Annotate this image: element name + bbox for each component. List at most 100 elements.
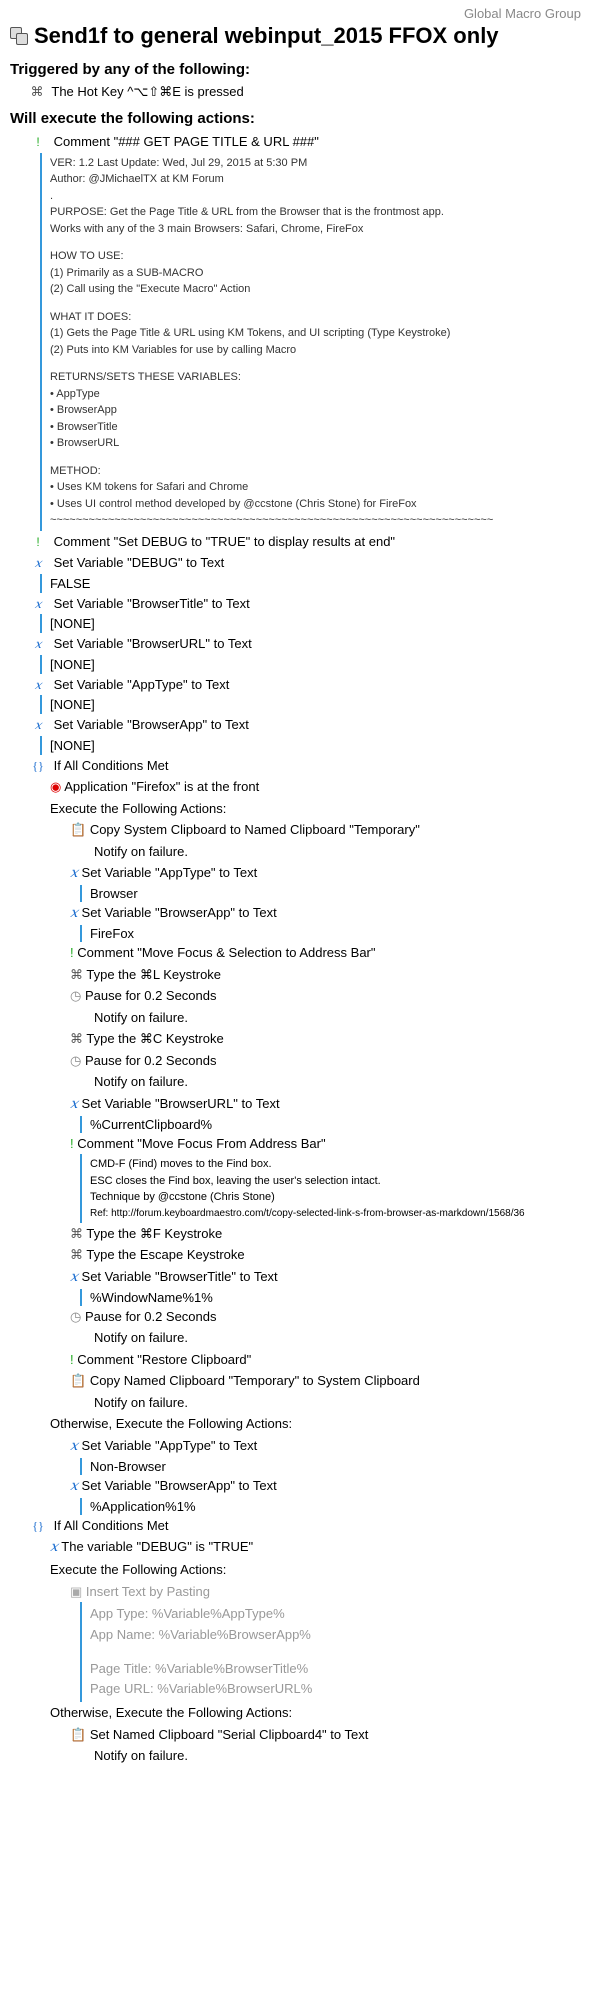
- trigger-text: The Hot Key ^⌥⇧⌘E is pressed: [51, 84, 243, 99]
- action-label: Comment "Move Focus & Selection to Addre…: [77, 945, 375, 960]
- action-set-variable[interactable]: 𝑥 Set Variable "AppType" to Text: [0, 862, 593, 885]
- keystroke-icon: ⌘: [70, 1226, 83, 1241]
- action-label: Type the ⌘L Keystroke: [86, 967, 221, 982]
- action-set-variable[interactable]: 𝑥 Set Variable "BrowserApp" to Text: [0, 714, 593, 736]
- variable-icon: 𝑥: [30, 554, 46, 572]
- action-label: Set Variable "BrowserURL" to Text: [82, 1096, 280, 1111]
- trigger-row: ⌘ The Hot Key ^⌥⇧⌘E is pressed: [0, 82, 593, 104]
- action-insert-text[interactable]: ▣ Insert Text by Pasting: [0, 1581, 593, 1603]
- action-label: Set Named Clipboard "Serial Clipboard4" …: [90, 1727, 369, 1742]
- action-label: Comment "Restore Clipboard": [77, 1352, 251, 1367]
- action-label: Set Variable "BrowserTitle" to Text: [82, 1269, 278, 1284]
- variable-value: %CurrentClipboard%: [80, 1116, 593, 1133]
- action-pause[interactable]: ◷ Pause for 0.2 Seconds: [0, 1306, 593, 1328]
- action-set-variable[interactable]: 𝑥 Set Variable "BrowserURL" to Text: [0, 633, 593, 655]
- action-keystroke[interactable]: ⌘ Type the Escape Keystroke: [0, 1244, 593, 1266]
- comment-icon: !: [70, 1352, 74, 1367]
- action-label: Comment "Move Focus From Address Bar": [77, 1136, 325, 1151]
- action-keystroke[interactable]: ⌘ Type the ⌘F Keystroke: [0, 1223, 593, 1245]
- action-if[interactable]: {} If All Conditions Met: [0, 755, 593, 777]
- execute-following: Execute the Following Actions:: [0, 1559, 593, 1581]
- variable-icon: 𝑥: [70, 1097, 78, 1112]
- action-pause[interactable]: ◷ Pause for 0.2 Seconds: [0, 985, 593, 1007]
- action-pause[interactable]: ◷ Pause for 0.2 Seconds: [0, 1050, 593, 1072]
- variable-value: [NONE]: [40, 736, 593, 755]
- action-comment[interactable]: ! Comment "### GET PAGE TITLE & URL ###": [0, 131, 593, 153]
- action-copy-clipboard[interactable]: 📋 Copy Named Clipboard "Temporary" to Sy…: [0, 1370, 593, 1392]
- action-label: Comment "Set DEBUG to "TRUE" to display …: [54, 534, 395, 549]
- if-condition: ◉ Application "Firefox" is at the front: [0, 776, 593, 798]
- pause-icon: ◷: [70, 1053, 81, 1068]
- macro-title-row: Send1f to general webinput_2015 FFOX onl…: [0, 23, 593, 55]
- paste-body: App Type: %Variable%AppType% App Name: %…: [80, 1602, 593, 1702]
- variable-icon: 𝑥: [70, 1439, 78, 1454]
- action-comment[interactable]: ! Comment "Move Focus From Address Bar": [0, 1133, 593, 1155]
- variable-value: [NONE]: [40, 655, 593, 674]
- comment-icon: !: [30, 533, 46, 551]
- variable-icon: 𝑥: [70, 1270, 78, 1285]
- action-comment[interactable]: ! Comment "Restore Clipboard": [0, 1349, 593, 1371]
- hotkey-icon: ⌘: [30, 84, 44, 100]
- execute-header: Will execute the following actions:: [0, 104, 593, 131]
- action-set-variable[interactable]: 𝑥 Set Variable "AppType" to Text: [0, 674, 593, 696]
- condition-text: The variable "DEBUG" is "TRUE": [61, 1539, 253, 1554]
- keystroke-icon: ⌘: [70, 967, 83, 982]
- variable-icon: 𝑥: [30, 716, 46, 734]
- keystroke-icon: ⌘: [70, 1247, 83, 1262]
- paste-icon: ▣: [70, 1584, 82, 1599]
- variable-icon: 𝑥: [30, 676, 46, 694]
- macro-group-icon: [10, 27, 28, 45]
- action-set-variable[interactable]: 𝑥 Set Variable "DEBUG" to Text: [0, 552, 593, 574]
- comment-icon: !: [70, 945, 74, 960]
- notify-failure: Notify on failure.: [0, 1007, 593, 1029]
- action-set-variable[interactable]: 𝑥 Set Variable "BrowserApp" to Text: [0, 902, 593, 925]
- variable-value: [NONE]: [40, 614, 593, 633]
- action-label: Set Variable "BrowserTitle" to Text: [54, 596, 250, 611]
- action-set-variable[interactable]: 𝑥 Set Variable "BrowserTitle" to Text: [0, 593, 593, 615]
- group-label: Global Macro Group: [0, 0, 593, 23]
- action-label: Set Variable "BrowserURL" to Text: [54, 636, 252, 651]
- comment-icon: !: [70, 1136, 74, 1151]
- macro-title: Send1f to general webinput_2015 FFOX onl…: [34, 23, 499, 49]
- action-label: Type the ⌘C Keystroke: [86, 1031, 223, 1046]
- action-label: Pause for 0.2 Seconds: [85, 1309, 217, 1324]
- variable-icon: 𝑥: [70, 866, 78, 881]
- variable-value: %WindowName%1%: [80, 1289, 593, 1306]
- comment-body: VER: 1.2 Last Update: Wed, Jul 29, 2015 …: [40, 153, 593, 531]
- app-icon: ◉: [50, 779, 61, 794]
- action-label: Type the ⌘F Keystroke: [86, 1226, 222, 1241]
- notify-failure: Notify on failure.: [0, 1071, 593, 1093]
- variable-icon: 𝑥: [30, 635, 46, 653]
- action-set-variable[interactable]: 𝑥 Set Variable "BrowserTitle" to Text: [0, 1266, 593, 1289]
- pause-icon: ◷: [70, 1309, 81, 1324]
- action-label: Type the Escape Keystroke: [86, 1247, 244, 1262]
- action-set-clipboard[interactable]: 📋 Set Named Clipboard "Serial Clipboard4…: [0, 1724, 593, 1746]
- action-comment[interactable]: ! Comment "Set DEBUG to "TRUE" to displa…: [0, 531, 593, 553]
- comment-icon: !: [30, 133, 46, 151]
- pause-icon: ◷: [70, 988, 81, 1003]
- action-comment[interactable]: ! Comment "Move Focus & Selection to Add…: [0, 942, 593, 964]
- action-label: Comment "### GET PAGE TITLE & URL ###": [54, 134, 319, 149]
- execute-following: Execute the Following Actions:: [0, 798, 593, 820]
- action-label: Set Variable "BrowserApp" to Text: [54, 717, 249, 732]
- condition-text: Application "Firefox" is at the front: [64, 779, 259, 794]
- action-set-variable[interactable]: 𝑥 Set Variable "BrowserApp" to Text: [0, 1475, 593, 1498]
- action-keystroke[interactable]: ⌘ Type the ⌘C Keystroke: [0, 1028, 593, 1050]
- variable-icon: 𝑥: [70, 1479, 78, 1494]
- action-if[interactable]: {} If All Conditions Met: [0, 1515, 593, 1537]
- notify-failure: Notify on failure.: [0, 1392, 593, 1414]
- action-set-variable[interactable]: 𝑥 Set Variable "AppType" to Text: [0, 1435, 593, 1458]
- action-set-variable[interactable]: 𝑥 Set Variable "BrowserURL" to Text: [0, 1093, 593, 1116]
- variable-value: [NONE]: [40, 695, 593, 714]
- if-icon: {}: [30, 1517, 46, 1535]
- action-label: Pause for 0.2 Seconds: [85, 1053, 217, 1068]
- notify-failure: Notify on failure.: [0, 1327, 593, 1349]
- action-keystroke[interactable]: ⌘ Type the ⌘L Keystroke: [0, 964, 593, 986]
- action-copy-clipboard[interactable]: 📋 Copy System Clipboard to Named Clipboa…: [0, 819, 593, 841]
- variable-icon: 𝑥: [50, 1540, 58, 1555]
- variable-value: Non-Browser: [80, 1458, 593, 1475]
- otherwise: Otherwise, Execute the Following Actions…: [0, 1413, 593, 1435]
- action-label: Set Variable "BrowserApp" to Text: [82, 1478, 277, 1493]
- notify-failure: Notify on failure.: [0, 841, 593, 863]
- action-label: Set Variable "AppType" to Text: [82, 1438, 258, 1453]
